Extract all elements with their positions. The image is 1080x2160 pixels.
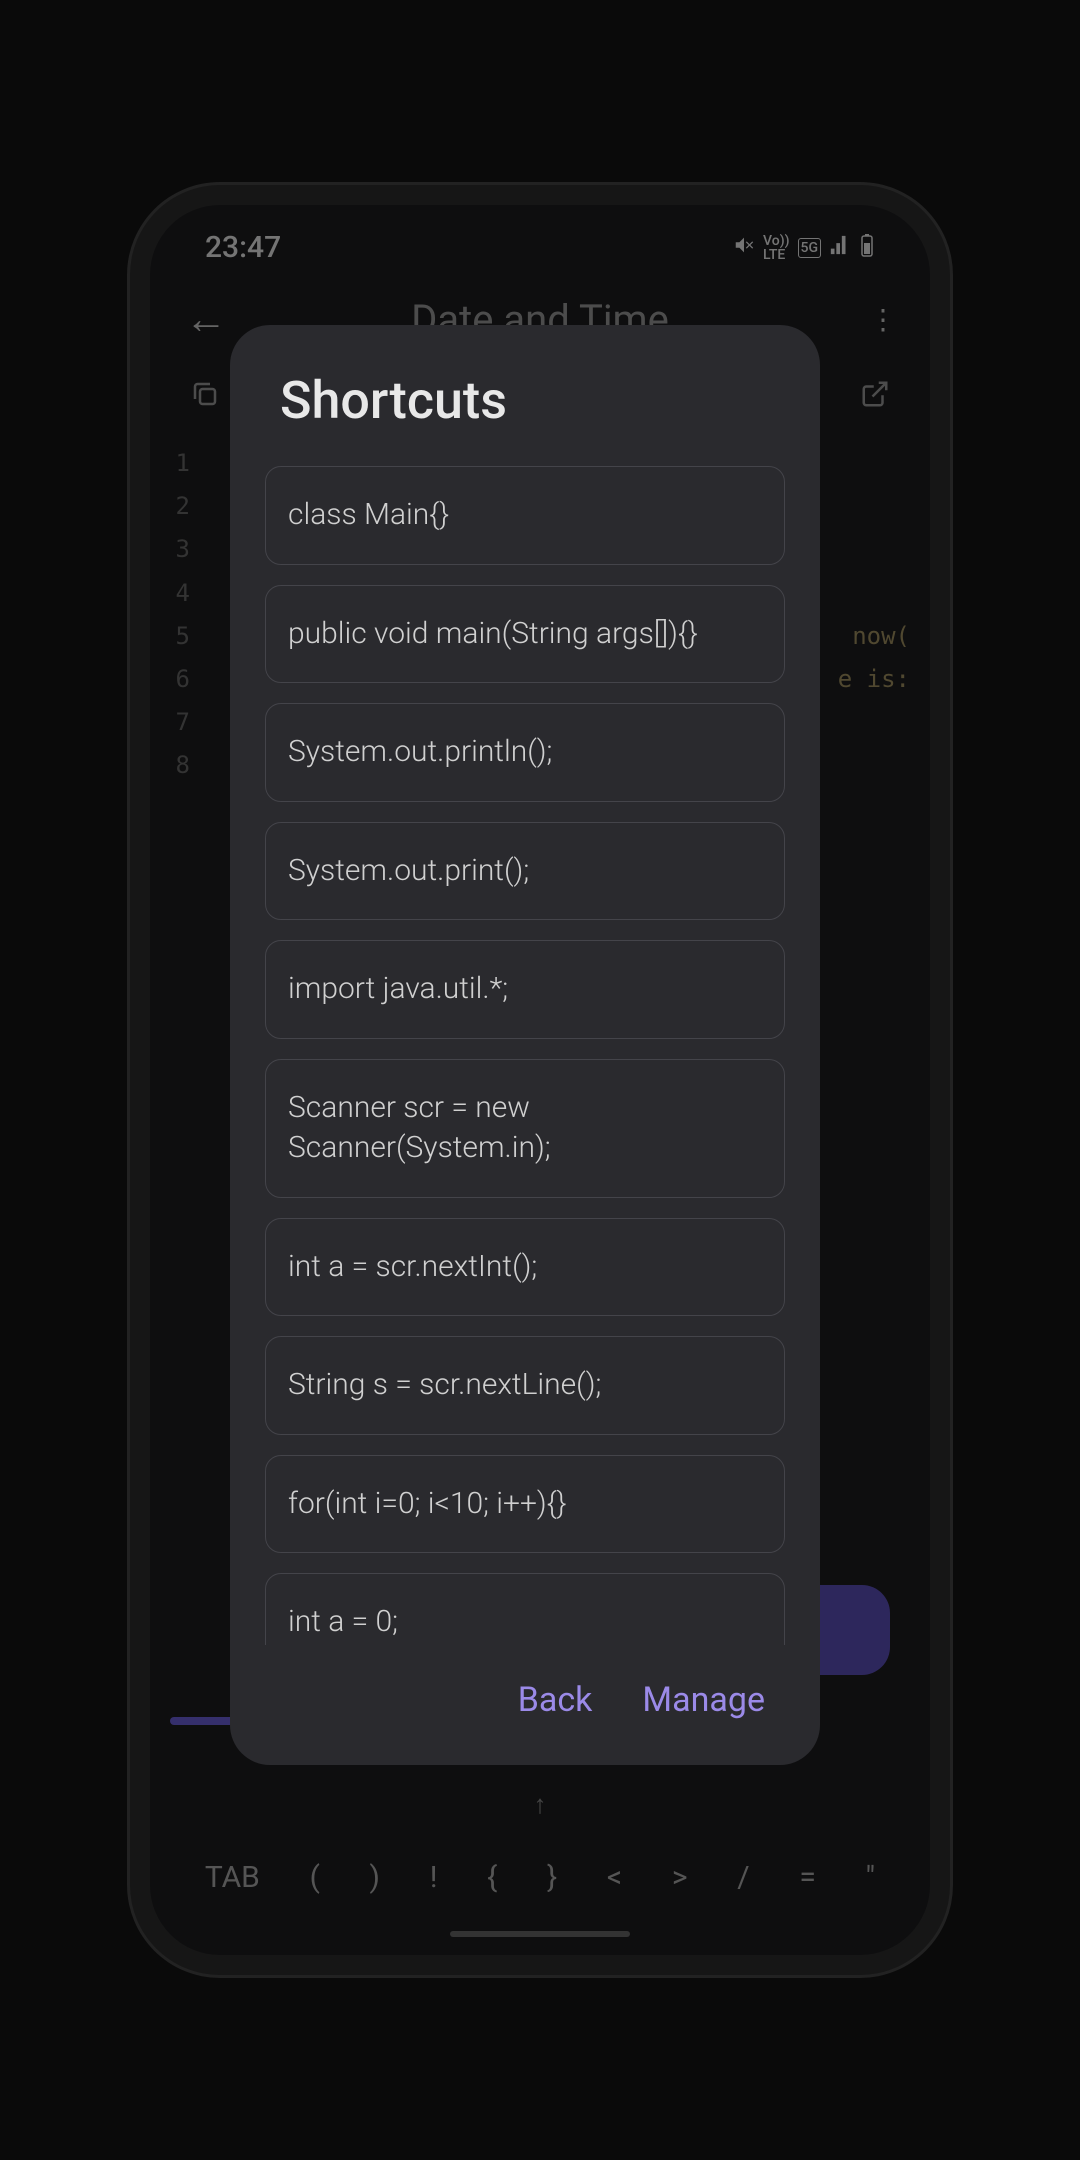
shortcut-item[interactable]: class Main{} <box>265 466 785 565</box>
shortcut-item[interactable]: for(int i=0; i<10; i++){} <box>265 1455 785 1554</box>
manage-button[interactable]: Manage <box>642 1680 765 1720</box>
dialog-actions: Back Manage <box>265 1645 785 1735</box>
shortcut-item[interactable]: int a = scr.nextInt(); <box>265 1218 785 1317</box>
shortcut-item[interactable]: public void main(String args[]){} <box>265 585 785 684</box>
shortcut-item[interactable]: System.out.print(); <box>265 822 785 921</box>
back-button[interactable]: Back <box>518 1680 593 1720</box>
shortcut-item[interactable]: Scanner scr = new Scanner(System.in); <box>265 1059 785 1198</box>
shortcut-item[interactable]: System.out.println(); <box>265 703 785 802</box>
shortcut-item[interactable]: import java.util.*; <box>265 940 785 1039</box>
dialog-title: Shortcuts <box>265 370 785 431</box>
shortcuts-list[interactable]: class Main{} public void main(String arg… <box>265 466 785 1645</box>
shortcuts-dialog: Shortcuts class Main{} public void main(… <box>230 325 820 1765</box>
phone-screen: 23:47 Vo))LTE 5G ← Date and Time ⋮ <box>150 205 930 1955</box>
shortcut-item[interactable]: int a = 0; <box>265 1573 785 1645</box>
phone-frame: 23:47 Vo))LTE 5G ← Date and Time ⋮ <box>130 185 950 1975</box>
shortcut-item[interactable]: String s = scr.nextLine(); <box>265 1336 785 1435</box>
